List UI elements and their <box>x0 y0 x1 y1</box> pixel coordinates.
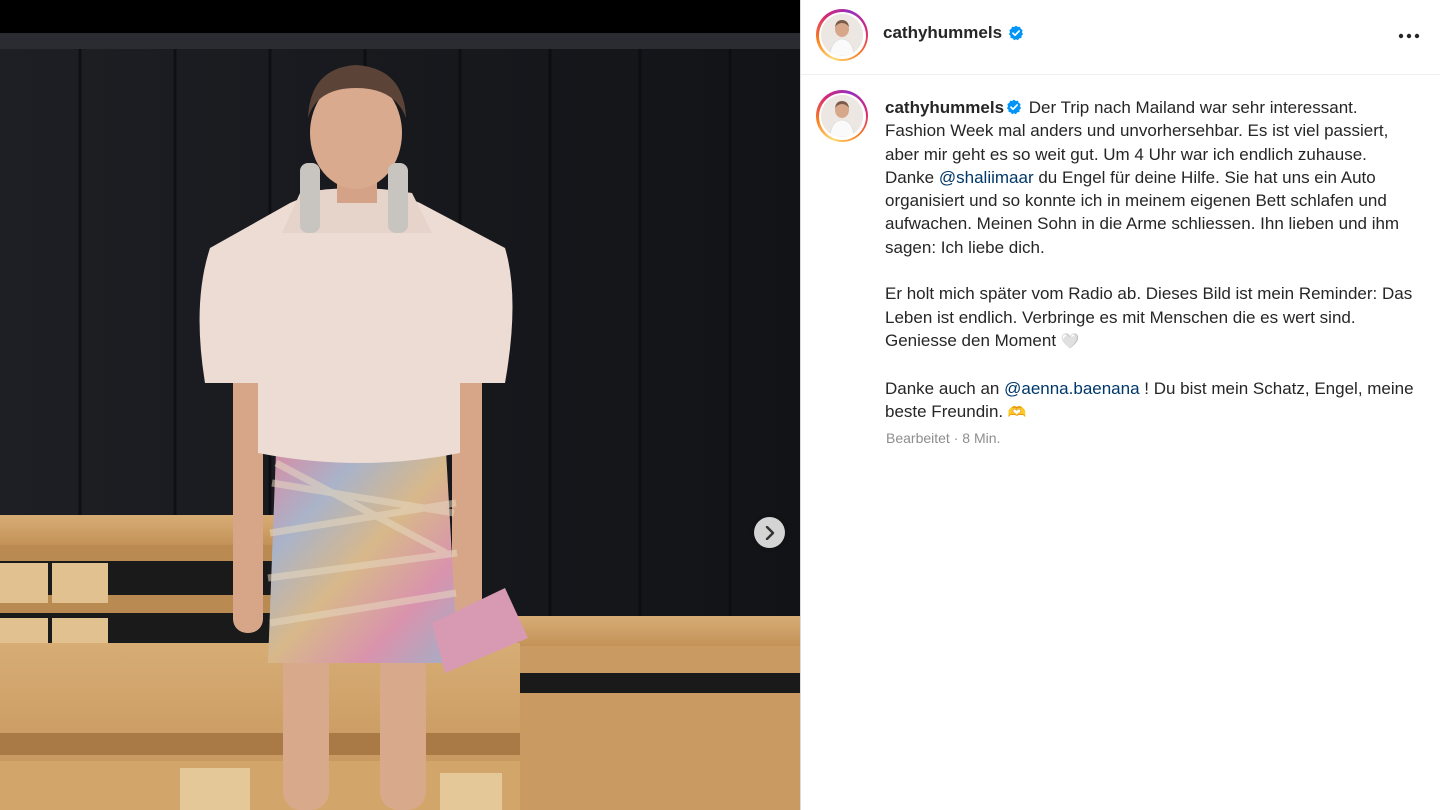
more-options-button[interactable] <box>1396 25 1422 47</box>
verified-badge-icon <box>1007 99 1022 115</box>
edited-timestamp: Bearbeitet · 8 Min. <box>886 430 1001 446</box>
verified-badge-icon <box>1009 25 1024 41</box>
profile-picture <box>821 14 863 56</box>
header-username-link[interactable]: cathyhummels <box>883 23 1024 43</box>
mention-link[interactable]: @aenna.baenana <box>1004 379 1139 398</box>
caption-username[interactable]: cathyhummels <box>885 98 1004 117</box>
more-options-icon <box>1398 33 1420 39</box>
header-username: cathyhummels <box>883 23 1003 42</box>
post-caption: cathyhummels Der Trip nach Mailand war s… <box>885 96 1415 424</box>
heart-hands-emoji: 🫶 <box>1007 402 1027 421</box>
post-photo[interactable] <box>0 33 800 810</box>
caption-text: Danke auch an <box>885 378 1000 398</box>
avatar-border <box>818 11 866 59</box>
avatar[interactable] <box>816 9 868 61</box>
caption-avatar[interactable] <box>816 90 868 142</box>
post-photo-illustration <box>0 33 800 810</box>
chevron-right-icon <box>765 525 774 540</box>
post-details-panel: cathyhummels cathyhummels Der Trip nach … <box>801 0 1440 810</box>
caption-text: Er holt mich später vom Radio ab. Dieses… <box>885 284 1413 350</box>
caption-paragraph-3: Danke auch an @aenna.baenana ! Du bist m… <box>885 377 1415 425</box>
white-heart-emoji: 🤍 <box>1060 331 1080 350</box>
post-header: cathyhummels <box>801 0 1440 75</box>
caption-paragraph-2: Er holt mich später vom Radio ab. Dieses… <box>885 282 1415 353</box>
profile-picture <box>821 95 863 137</box>
mention-link[interactable]: @shaliimaar <box>939 168 1034 187</box>
post-media-panel <box>0 0 800 810</box>
avatar-border <box>818 92 866 140</box>
next-image-button[interactable] <box>754 517 785 548</box>
caption-paragraph-1: cathyhummels Der Trip nach Mailand war s… <box>885 96 1415 259</box>
